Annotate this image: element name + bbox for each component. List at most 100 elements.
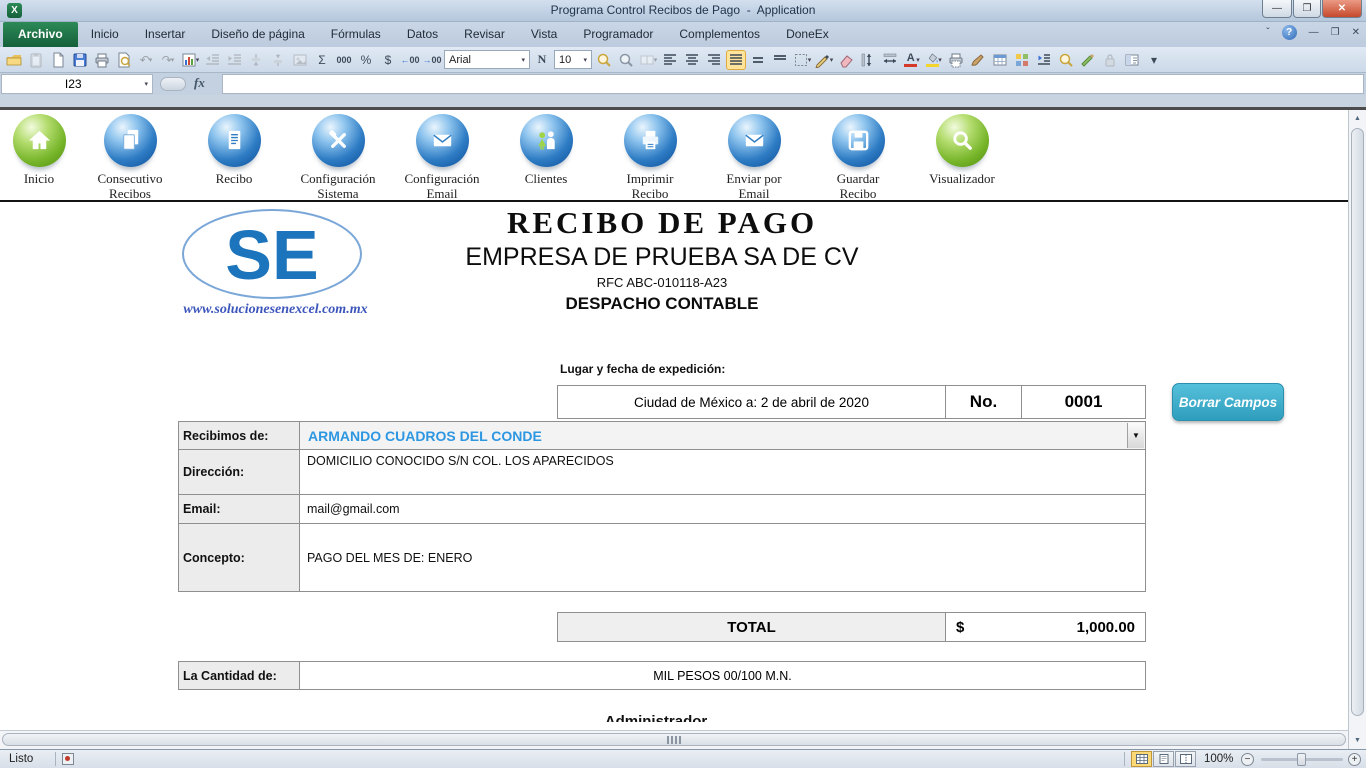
erase-border-icon[interactable] [836, 50, 856, 70]
vertical-scrollbar[interactable]: ▲ ▼ [1348, 110, 1366, 749]
tab-complementos[interactable]: Complementos [666, 22, 773, 47]
new-document-icon[interactable] [48, 50, 68, 70]
tab-diseno-de-pagina[interactable]: Diseño de página [198, 22, 317, 47]
bold-button[interactable]: N [532, 50, 552, 70]
zoom-in-button[interactable]: + [1348, 753, 1361, 766]
vertical-scroll-thumb[interactable] [1351, 128, 1364, 716]
toolbar-options-icon[interactable]: ▾ [1144, 50, 1164, 70]
workbook-close-icon[interactable]: ✕ [1352, 27, 1360, 38]
cell-styles-icon[interactable] [1012, 50, 1032, 70]
justify-icon[interactable] [726, 49, 746, 70]
window-minimize-button[interactable]: — [1262, 0, 1292, 18]
place-date-field[interactable]: Ciudad de México a: 2 de abril de 2020 [557, 385, 946, 419]
properties-icon[interactable] [1122, 50, 1142, 70]
print-preview-icon[interactable] [114, 50, 134, 70]
ungroup-icon [268, 50, 288, 70]
title-bar: X Programa Control Recibos de Pago - App… [0, 0, 1366, 22]
font-size-select[interactable]: 10 ▾ [554, 50, 592, 69]
zoom-out-icon[interactable] [616, 50, 636, 70]
align-left-icon[interactable] [660, 50, 680, 70]
enviar-por-email-button[interactable]: Enviar por Email [702, 114, 806, 201]
horizontal-scrollbar[interactable] [0, 730, 1348, 749]
open-icon[interactable] [4, 50, 24, 70]
align-center-icon[interactable] [682, 50, 702, 70]
zoom-in-icon[interactable] [594, 50, 614, 70]
normal-view-icon[interactable] [1131, 751, 1152, 767]
clean-format-brush-icon[interactable] [968, 50, 988, 70]
print-area-icon[interactable] [946, 50, 966, 70]
merge-cells-icon: ▾ [638, 50, 658, 70]
scroll-up-icon[interactable]: ▲ [1349, 110, 1366, 127]
tab-datos[interactable]: Datos [394, 22, 451, 47]
tab-insertar[interactable]: Insertar [132, 22, 199, 47]
help-icon[interactable]: ? [1281, 25, 1297, 40]
home-icon [12, 114, 66, 167]
print-icon[interactable] [92, 50, 112, 70]
guardar-recibo-button[interactable]: Guardar Recibo [806, 114, 910, 201]
number-value[interactable]: 0001 [1021, 385, 1146, 419]
align-right-icon[interactable] [704, 50, 724, 70]
consecutivo-recibos-button[interactable]: Consecutivo Recibos [78, 114, 182, 201]
save-icon[interactable] [70, 50, 90, 70]
increase-indent-icon[interactable] [1034, 50, 1054, 70]
page-break-view-icon[interactable] [1175, 751, 1196, 767]
font-name-select[interactable]: Arial ▾ [444, 50, 530, 69]
tab-revisar[interactable]: Revisar [451, 22, 518, 47]
record-macro-icon[interactable] [62, 753, 74, 765]
tab-vista[interactable]: Vista [518, 22, 570, 47]
collapse-ribbon-icon[interactable]: ˇ [1266, 27, 1269, 38]
borders-icon[interactable]: ▾ [792, 50, 812, 70]
clientes-button[interactable]: Clientes [494, 114, 598, 186]
formula-input[interactable] [222, 74, 1364, 94]
page-layout-view-icon[interactable] [1153, 751, 1174, 767]
autosum-icon[interactable]: Σ [312, 50, 332, 70]
group-icon [246, 50, 266, 70]
font-color-icon[interactable]: A ▾ [902, 50, 922, 70]
name-box-dropdown-icon[interactable]: ▾ [144, 80, 148, 88]
recibo-button[interactable]: Recibo [182, 114, 286, 186]
find-icon[interactable] [1056, 50, 1076, 70]
concepto-field[interactable]: PAGO DEL MES DE: ENERO [299, 523, 1146, 592]
clear-fields-button[interactable]: Borrar Campos [1172, 383, 1284, 421]
design-mode-icon[interactable] [1078, 50, 1098, 70]
align-middle-icon[interactable] [748, 50, 768, 70]
window-restore-button[interactable]: ❐ [1293, 0, 1321, 18]
tab-doneex[interactable]: DoneEx [773, 22, 842, 47]
align-top-icon[interactable] [770, 50, 790, 70]
percent-format-icon[interactable]: % [356, 50, 376, 70]
tab-formulas[interactable]: Fórmulas [318, 22, 394, 47]
tab-archivo[interactable]: Archivo [3, 22, 78, 47]
zoom-slider-thumb[interactable] [1297, 753, 1306, 766]
inicio-button[interactable]: Inicio [0, 114, 78, 186]
insert-function-icon[interactable]: fx [194, 75, 205, 91]
insert-chart-icon[interactable]: ▾ [180, 50, 200, 70]
decrease-decimal-icon[interactable]: → 00 [422, 50, 442, 70]
direccion-field[interactable]: DOMICILIO CONOCIDO S/N COL. LOS APARECID… [299, 449, 1146, 495]
zoom-out-button[interactable]: − [1241, 753, 1254, 766]
email-field[interactable]: mail@gmail.com [299, 494, 1146, 524]
imprimir-recibo-button[interactable]: Imprimir Recibo [598, 114, 702, 201]
fill-color-icon[interactable]: ▾ [924, 50, 944, 70]
window-close-button[interactable]: ✕ [1322, 0, 1362, 18]
column-width-icon[interactable] [880, 50, 900, 70]
name-box[interactable]: I23 ▾ [1, 74, 153, 94]
cantidad-en-letra-field[interactable]: MIL PESOS 00/100 M.N. [299, 661, 1146, 690]
visualizador-button[interactable]: Visualizador [910, 114, 1014, 186]
scroll-down-icon[interactable]: ▼ [1349, 732, 1366, 749]
recibimos-de-combobox[interactable]: ARMANDO CUADROS DEL CONDE ▼ [299, 421, 1146, 450]
increase-decimal-icon[interactable]: ← 00 [400, 50, 420, 70]
configuracion-email-button[interactable]: Configuración Email [390, 114, 494, 201]
format-table-icon[interactable] [990, 50, 1010, 70]
configuracion-sistema-button[interactable]: Configuración Sistema [286, 114, 390, 201]
tab-programador[interactable]: Programador [570, 22, 666, 47]
workbook-restore-icon[interactable]: ❐ [1331, 27, 1340, 38]
currency-format-icon[interactable]: $ [378, 50, 398, 70]
total-amount: 1,000.00 [1076, 618, 1135, 636]
thousands-format-icon[interactable]: 000 [334, 50, 354, 70]
workbook-minimize-icon[interactable]: — [1309, 27, 1319, 38]
chevron-down-icon[interactable]: ▼ [1127, 423, 1144, 448]
draw-border-icon[interactable]: ▾ [814, 50, 834, 70]
row-height-icon[interactable] [858, 50, 878, 70]
tab-inicio[interactable]: Inicio [78, 22, 132, 47]
horizontal-scroll-thumb[interactable] [2, 733, 1346, 746]
